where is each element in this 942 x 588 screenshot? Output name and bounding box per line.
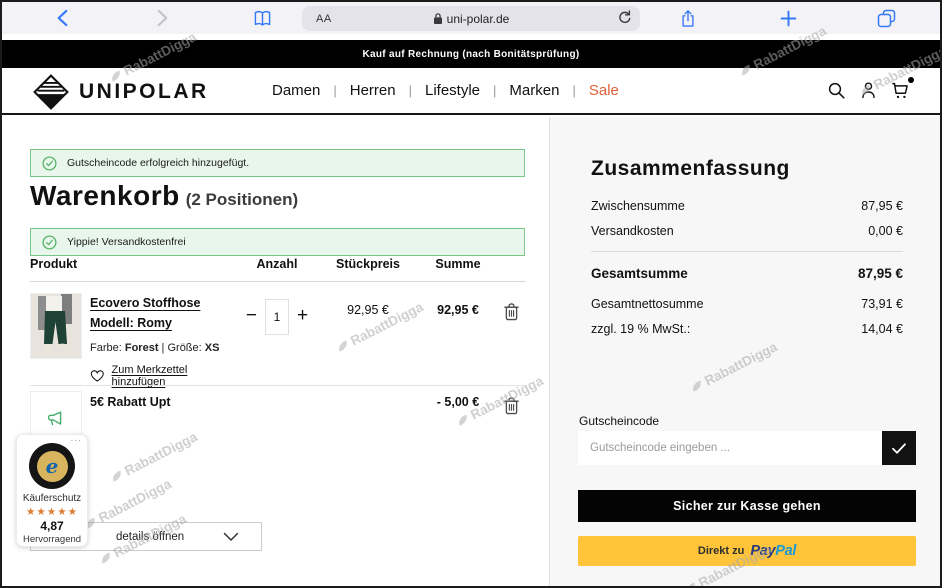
back-icon[interactable] xyxy=(50,6,74,30)
nav-separator: | xyxy=(493,83,496,98)
checkout-button[interactable]: Sicher zur Kasse gehen xyxy=(578,490,916,522)
promo-banner: Kauf auf Rechnung (nach Bonitätsprüfung) xyxy=(2,40,940,68)
summary-rows: Zwischensumme87,95 € Versandkosten0,00 €… xyxy=(591,199,903,347)
cart-badge xyxy=(908,77,914,83)
unit-price: 92,95 € xyxy=(322,293,414,388)
nav-item-lifestyle[interactable]: Lifestyle xyxy=(425,82,480,99)
share-icon[interactable] xyxy=(676,6,700,30)
chevron-down-icon xyxy=(223,532,239,542)
summary-row-total: Gesamtsumme87,95 € xyxy=(591,266,903,281)
column-quantity: Anzahl xyxy=(232,257,322,271)
quantity-increase-button[interactable]: + xyxy=(297,299,308,333)
remove-discount-icon[interactable] xyxy=(502,391,526,447)
cart-item-count: (2 Positionen) xyxy=(186,190,298,210)
heart-icon xyxy=(90,369,105,383)
nav-item-sale[interactable]: Sale xyxy=(589,82,619,99)
promo-banner-text: Kauf auf Rechnung (nach Bonitätsprüfung) xyxy=(363,49,580,60)
unipolar-diamond-icon xyxy=(32,73,70,111)
nav-separator: | xyxy=(409,83,412,98)
rating-stars: ★★★★★ xyxy=(17,506,87,518)
page-title: Warenkorb xyxy=(30,180,180,212)
reader-button[interactable]: AA xyxy=(316,13,332,25)
cart-table-header: Produkt Anzahl Stückpreis Summe xyxy=(30,257,526,282)
trusted-shops-menu[interactable]: ... xyxy=(71,433,82,444)
quantity-input[interactable]: 1 xyxy=(265,299,289,335)
reload-icon[interactable] xyxy=(617,9,632,29)
megaphone-icon xyxy=(45,408,67,430)
voucher-submit-button[interactable] xyxy=(882,431,916,465)
summary-divider xyxy=(591,251,903,252)
main-nav: Damen | Herren | Lifestyle | Marken | Sa… xyxy=(272,68,619,113)
free-shipping-text: Yippie! Versandkostenfrei xyxy=(67,236,186,248)
check-circle-icon xyxy=(42,235,57,250)
tabs-icon[interactable] xyxy=(874,6,898,30)
product-variant: Farbe: Forest | Größe: XS xyxy=(90,342,232,354)
account-icon[interactable] xyxy=(857,79,879,101)
summary-row-subtotal: Zwischensumme87,95 € xyxy=(591,199,903,213)
bookmarks-icon[interactable] xyxy=(250,6,274,30)
summary-row-shipping: Versandkosten0,00 € xyxy=(591,224,903,238)
product-name-link[interactable]: Ecovero Stoffhose Modell: Romy xyxy=(90,293,232,333)
browser-toolbar: AA uni-polar.de xyxy=(2,2,940,34)
rating-word: Hervorragend xyxy=(17,534,87,545)
line-total: 92,95 € xyxy=(414,293,502,388)
voucher-label: Gutscheincode xyxy=(579,414,659,428)
site-header: UNIPOLAR Damen | Herren | Lifestyle | Ma… xyxy=(2,68,940,115)
trusted-shops-widget[interactable]: ... e Käuferschutz ★★★★★ 4,87 Hervorrage… xyxy=(16,434,88,547)
quantity-stepper: − 1 + xyxy=(232,293,322,388)
cart-row-product: Ecovero Stoffhose Modell: Romy Farbe: Fo… xyxy=(30,293,526,388)
remove-item-icon[interactable] xyxy=(502,293,526,388)
details-toggle-label: details öffnen xyxy=(116,531,184,543)
product-image[interactable] xyxy=(30,293,82,359)
free-shipping-alert: Yippie! Versandkostenfrei xyxy=(30,228,525,256)
paypal-button-prefix: Direkt zu xyxy=(698,545,744,557)
discount-name: 5€ Rabatt Upt xyxy=(82,391,232,447)
nav-separator: | xyxy=(572,83,575,98)
trusted-shops-badge-icon: e xyxy=(29,443,75,489)
column-unit-price: Stückpreis xyxy=(322,257,414,271)
voucher-form xyxy=(578,431,916,465)
row-divider xyxy=(30,385,526,386)
cart-title: Warenkorb (2 Positionen) xyxy=(30,180,298,212)
summary-title: Zusammenfassung xyxy=(591,157,790,181)
url-text: uni-polar.de xyxy=(447,12,510,26)
check-circle-icon xyxy=(42,156,57,171)
column-product: Produkt xyxy=(30,257,232,271)
paypal-logo: PayPal xyxy=(750,543,796,559)
rating-score: 4,87 xyxy=(17,519,87,533)
cart-icon[interactable] xyxy=(890,79,912,101)
summary-panel: Zusammenfassung Zwischensumme87,95 € Ver… xyxy=(549,117,942,588)
nav-item-damen[interactable]: Damen xyxy=(272,82,320,99)
voucher-input[interactable] xyxy=(578,431,882,465)
product-info: Ecovero Stoffhose Modell: Romy Farbe: Fo… xyxy=(82,293,232,388)
screenshot-frame: AA uni-polar.de Kauf auf Rechnung (nach … xyxy=(0,0,942,588)
brand-logo[interactable]: UNIPOLAR xyxy=(32,73,209,111)
voucher-success-alert: Gutscheincode erfolgreich hinzugefügt. xyxy=(30,149,525,177)
new-tab-icon[interactable] xyxy=(776,6,800,30)
discount-amount: - 5,00 € xyxy=(414,391,502,447)
cart-row-discount: 5€ Rabatt Upt - 5,00 € xyxy=(30,391,526,447)
forward-icon[interactable] xyxy=(150,6,174,30)
trusted-shops-label: Käuferschutz xyxy=(17,493,87,504)
summary-row-vat: zzgl. 19 % MwSt.:14,04 € xyxy=(591,322,903,336)
paypal-button[interactable]: Direkt zu PayPal xyxy=(578,536,916,566)
voucher-success-text: Gutscheincode erfolgreich hinzugefügt. xyxy=(67,157,249,169)
search-icon[interactable] xyxy=(825,79,847,101)
nav-item-herren[interactable]: Herren xyxy=(350,82,396,99)
brand-name: UNIPOLAR xyxy=(79,80,209,104)
summary-row-net: Gesamtnettosumme73,91 € xyxy=(591,297,903,311)
address-bar[interactable]: AA uni-polar.de xyxy=(302,6,640,31)
nav-item-marken[interactable]: Marken xyxy=(509,82,559,99)
quantity-decrease-button[interactable]: − xyxy=(246,299,257,333)
check-icon xyxy=(891,442,907,455)
column-total: Summe xyxy=(414,257,502,271)
lock-icon xyxy=(433,12,443,25)
nav-separator: | xyxy=(333,83,336,98)
